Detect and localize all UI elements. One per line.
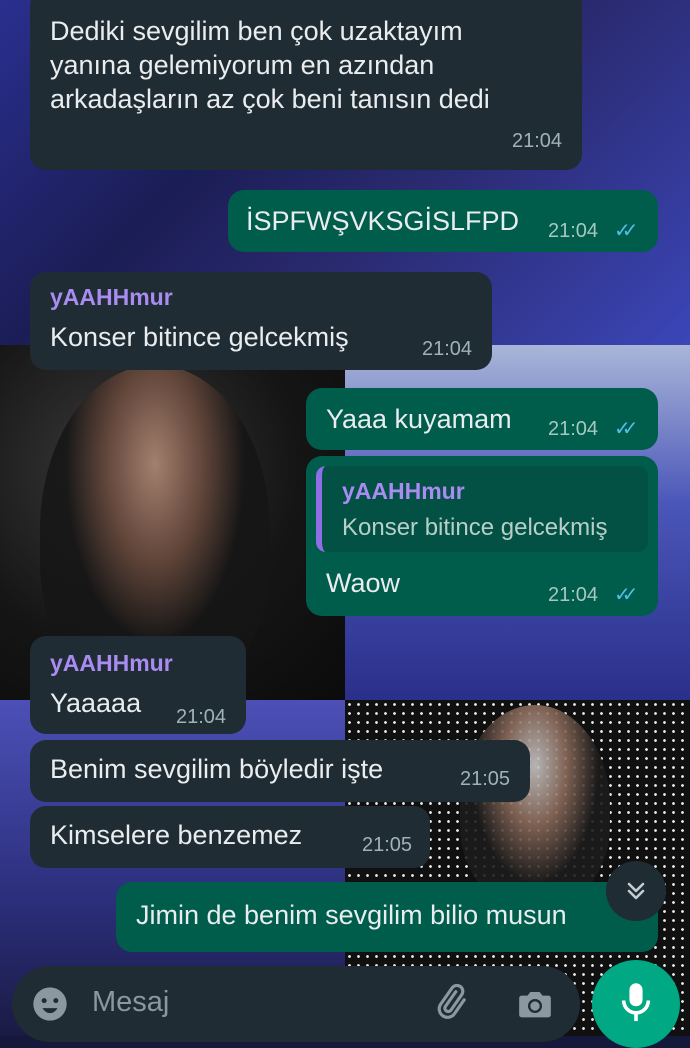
message-bubble-incoming[interactable]: yAAHHmur Yaaaaa 21:04	[30, 636, 246, 734]
scroll-to-bottom-button[interactable]	[606, 861, 666, 921]
chevron-double-down-icon	[627, 882, 645, 900]
message-text: Kimselere benzemez	[50, 820, 303, 850]
sender-name[interactable]: yAAHHmur	[50, 284, 173, 311]
message-bubble-outgoing[interactable]: Jimin de benim sevgilim bilio musun	[116, 882, 658, 952]
quoted-sender: yAAHHmur	[342, 478, 465, 504]
double-check-icon: ✓✓	[614, 220, 638, 242]
message-text: Waow	[326, 568, 401, 598]
message-text: İSPFWŞVKSGİSLFPD	[246, 206, 520, 236]
message-time: 21:04	[548, 220, 599, 242]
message-time: 21:05	[460, 768, 511, 790]
message-time: 21:04	[548, 584, 599, 606]
message-bubble-outgoing-reply[interactable]: yAAHHmur Konser bitince gelcekmiş Waow 2…	[306, 456, 658, 616]
message-time: 21:05	[362, 834, 413, 856]
double-check-icon: ✓✓	[614, 418, 638, 440]
camera-icon[interactable]	[514, 984, 556, 1024]
message-text: Yaaaaa	[50, 688, 142, 718]
paperclip-icon[interactable]	[430, 982, 470, 1022]
message-time: 21:04	[422, 338, 473, 360]
message-bubble-incoming[interactable]: Dediki sevgilim ben çok uzaktayım yanına…	[30, 0, 582, 170]
message-time: 21:04	[176, 706, 227, 728]
message-list[interactable]: Dediki sevgilim ben çok uzaktayım yanına…	[0, 0, 690, 1036]
message-text: Yaaa kuyamam	[326, 404, 512, 434]
message-composer[interactable]: Mesaj	[12, 966, 580, 1042]
message-bubble-outgoing[interactable]: İSPFWŞVKSGİSLFPD 21:04 ✓✓	[228, 190, 658, 252]
emoji-icon[interactable]	[30, 984, 70, 1024]
sender-name[interactable]: yAAHHmur	[50, 650, 173, 677]
double-check-icon: ✓✓	[614, 584, 638, 606]
message-text: Benim sevgilim böyledir işte	[50, 754, 384, 784]
message-input[interactable]: Mesaj	[92, 986, 169, 1019]
message-text: Jimin de benim sevgilim bilio musun	[136, 900, 567, 930]
quoted-message[interactable]: yAAHHmur Konser bitince gelcekmiş	[316, 466, 648, 552]
message-bubble-incoming[interactable]: yAAHHmur Konser bitince gelcekmiş 21:04	[30, 272, 492, 370]
quoted-text: Konser bitince gelcekmiş	[342, 514, 608, 541]
message-bubble-incoming[interactable]: Kimselere benzemez 21:05	[30, 806, 430, 868]
voice-record-button[interactable]	[592, 960, 680, 1048]
message-bubble-incoming[interactable]: Benim sevgilim böyledir işte 21:05	[30, 740, 530, 802]
message-time: 21:04	[548, 418, 599, 440]
message-bubble-outgoing[interactable]: Yaaa kuyamam 21:04 ✓✓	[306, 388, 658, 450]
message-time: 21:04	[512, 130, 563, 152]
microphone-icon	[621, 983, 651, 1022]
message-text: Konser bitince gelcekmiş	[50, 322, 349, 352]
message-text: Dediki sevgilim ben çok uzaktayım yanına…	[50, 16, 490, 114]
